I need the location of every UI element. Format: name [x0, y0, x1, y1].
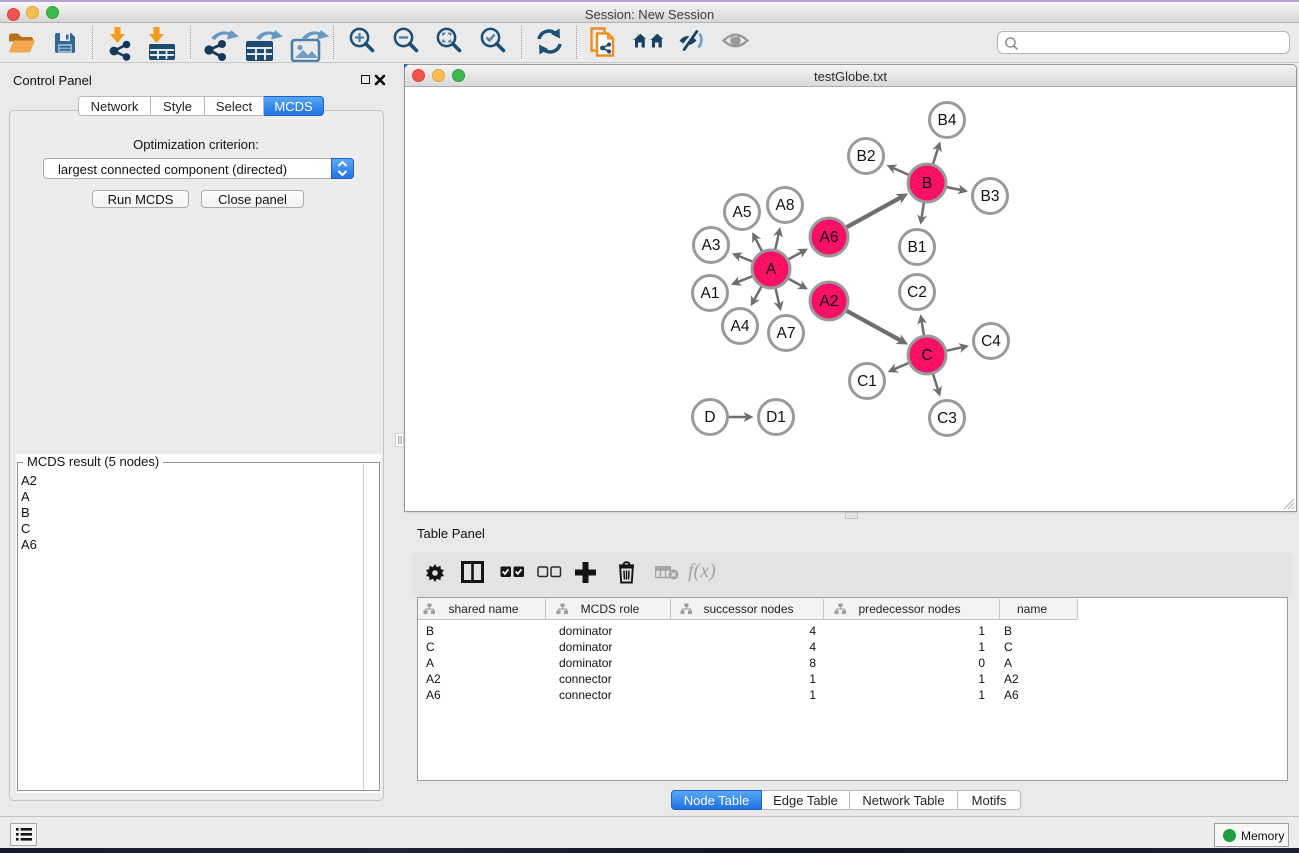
svg-text:C: C — [921, 347, 932, 364]
svg-text:B3: B3 — [981, 188, 1000, 205]
svg-text:C2: C2 — [907, 284, 927, 301]
svg-text:A7: A7 — [777, 325, 796, 342]
svg-text:A5: A5 — [733, 204, 752, 221]
svg-text:A2: A2 — [820, 293, 839, 310]
svg-text:C1: C1 — [857, 373, 877, 390]
svg-text:A: A — [766, 261, 777, 278]
svg-text:B4: B4 — [938, 112, 957, 129]
svg-text:A6: A6 — [820, 229, 839, 246]
svg-text:A4: A4 — [731, 318, 750, 335]
svg-text:A3: A3 — [702, 237, 721, 254]
svg-text:C3: C3 — [937, 410, 957, 427]
svg-text:A1: A1 — [701, 285, 720, 302]
svg-text:A8: A8 — [776, 197, 795, 214]
svg-text:B1: B1 — [908, 239, 927, 256]
svg-text:C4: C4 — [981, 333, 1001, 350]
svg-text:B2: B2 — [857, 148, 876, 165]
svg-text:B: B — [922, 175, 932, 192]
svg-text:D: D — [704, 409, 715, 426]
svg-text:D1: D1 — [766, 409, 786, 426]
